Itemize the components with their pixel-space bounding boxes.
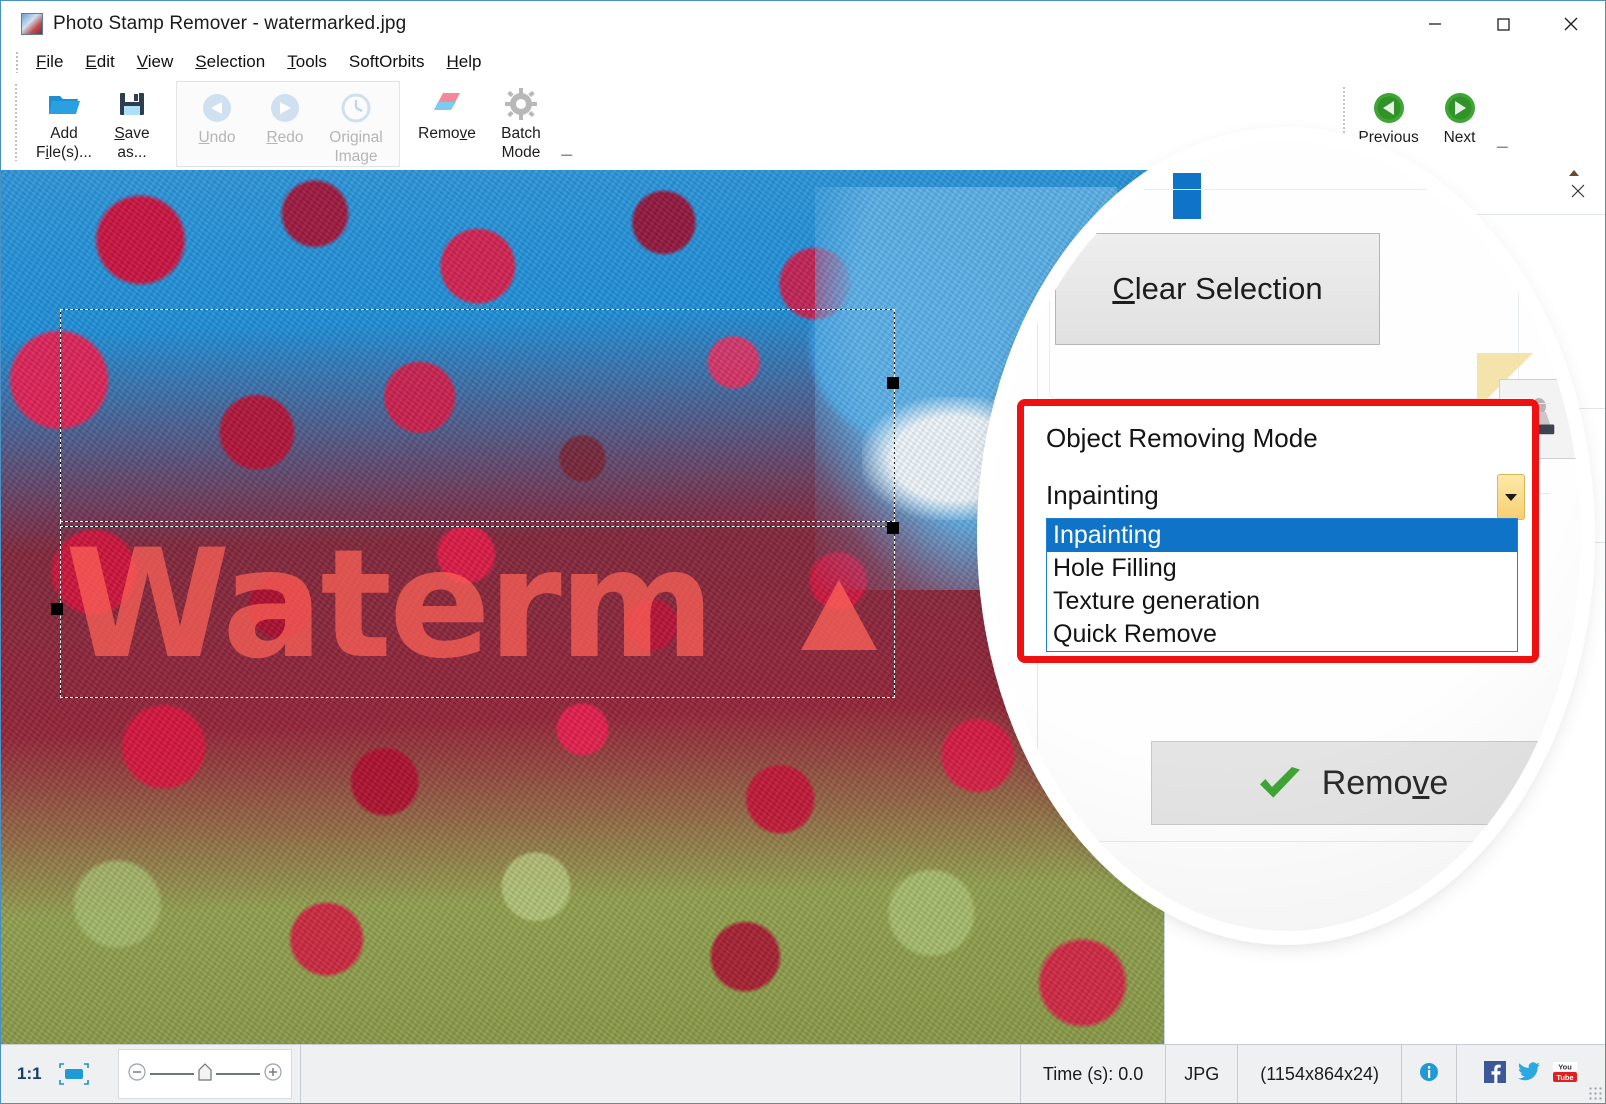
redo-button[interactable]: Redo — [251, 86, 319, 147]
open-folder-icon — [46, 86, 82, 122]
image-canvas[interactable]: Waterm — [1, 170, 1164, 1044]
format-cell: JPG — [1166, 1044, 1239, 1103]
batch-mode-label-2: Mode — [501, 144, 541, 161]
option-hole-filling[interactable]: Hole Filling — [1047, 552, 1517, 585]
undo-button[interactable]: Undo — [183, 86, 251, 147]
clear-selection-button[interactable]: Clear Selection — [1055, 233, 1380, 345]
save-as-label-1: Save — [114, 125, 150, 142]
title-bar: Photo Stamp Remover - watermarked.jpg — [1, 1, 1605, 46]
menu-item-softorbits[interactable]: SoftOrbits — [338, 50, 436, 74]
selection-marquee-upper[interactable] — [60, 309, 895, 527]
add-files-label-1: Add — [50, 125, 78, 142]
time-cell: Time (s): 0.0 — [1019, 1044, 1167, 1103]
clock-history-icon — [338, 90, 374, 126]
zoom-ratio-cell: 1:1 — [1, 1045, 55, 1104]
menu-item-edit[interactable]: Edit — [74, 50, 125, 74]
social-cell: You Tube — [1457, 1045, 1605, 1104]
selection-handle-right-mid[interactable] — [887, 522, 899, 534]
zoom-out-icon[interactable] — [127, 1062, 147, 1087]
selection-handle-right-upper[interactable] — [887, 377, 899, 389]
option-quick-remove[interactable]: Quick Remove — [1047, 618, 1517, 651]
remove-button[interactable]: Remove — [410, 82, 484, 143]
selection-handle-left-mid[interactable] — [51, 603, 63, 615]
menu-item-file[interactable]: File — [25, 50, 74, 74]
status-bar-spacer — [301, 1045, 1020, 1104]
social-links: You Tube — [1470, 1060, 1592, 1088]
add-files-label-2: File(s)... — [36, 144, 92, 161]
fit-to-window-icon — [57, 1062, 91, 1086]
zoom-slider-track-left[interactable] — [149, 1073, 194, 1075]
zoom-slider-thumb[interactable] — [197, 1062, 213, 1087]
minimize-button[interactable] — [1401, 1, 1469, 46]
remove-label: Remove — [418, 125, 476, 142]
save-as-button[interactable]: Save as... — [98, 82, 166, 162]
save-as-label-2: as... — [117, 144, 147, 161]
zoom-ratio-label: 1:1 — [17, 1064, 42, 1083]
toolbar-overflow-button[interactable]: ⚊ — [560, 142, 573, 160]
clear-selection-label: Clear Selection — [1112, 271, 1323, 306]
lens-divider-3 — [1021, 841, 1561, 842]
toolbar-group-history: Undo Redo Original Image — [176, 81, 400, 167]
menu-drag-grip[interactable] — [15, 51, 19, 73]
redo-arrow-icon — [267, 90, 303, 126]
menu-item-help[interactable]: Help — [436, 50, 493, 74]
redo-label: Redo — [266, 129, 304, 146]
green-left-arrow-icon — [1371, 90, 1407, 126]
window-title: Photo Stamp Remover - watermarked.jpg — [53, 12, 407, 34]
watermark-triangle-mark — [801, 580, 877, 650]
toolbar-group-actions: Remove Batch Mode ⚊ — [404, 78, 579, 166]
next-button[interactable]: Next — [1426, 86, 1494, 147]
zoom-slider-track-right[interactable] — [215, 1073, 260, 1075]
gear-icon — [503, 86, 539, 122]
menu-item-selection[interactable]: Selection — [184, 50, 276, 74]
menu-item-view[interactable]: View — [126, 50, 185, 74]
twitter-icon[interactable] — [1517, 1061, 1541, 1088]
window-controls — [1401, 1, 1605, 46]
zoom-slider[interactable] — [117, 1049, 292, 1099]
app-window: Photo Stamp Remover - watermarked.jpg Fi… — [0, 0, 1606, 1104]
object-removing-mode-callout: Object Removing Mode Inpainting Inpainti… — [1017, 399, 1539, 663]
app-photo-icon — [21, 12, 43, 35]
svg-text:Tube: Tube — [1556, 1073, 1573, 1082]
green-right-arrow-icon — [1442, 90, 1478, 126]
eraser-icon — [429, 86, 465, 122]
batch-mode-button[interactable]: Batch Mode — [484, 82, 558, 162]
object-removing-mode-value: Inpainting — [1046, 480, 1159, 510]
lens-remove-button[interactable]: Remove — [1151, 741, 1551, 825]
toolbar-drag-grip[interactable] — [14, 83, 18, 161]
watermark-text: Waterm — [65, 518, 715, 692]
lens-green-check-icon — [1259, 767, 1300, 798]
option-texture-generation[interactable]: Texture generation — [1047, 585, 1517, 618]
object-removing-mode-listbox[interactable]: Inpainting Hole Filling Texture generati… — [1046, 518, 1518, 652]
close-button[interactable] — [1537, 1, 1605, 46]
object-removing-mode-title: Object Removing Mode — [1046, 423, 1318, 453]
add-files-button[interactable]: Add File(s)... — [30, 82, 98, 162]
status-bar: 1:1 Time (s): 0.0 JPG (1154x864x24) You … — [1, 1044, 1605, 1103]
chevron-down-icon[interactable] — [1497, 474, 1525, 520]
facebook-icon[interactable] — [1484, 1060, 1506, 1088]
undo-arrow-icon — [199, 90, 235, 126]
zoom-slider-cell — [104, 1044, 301, 1103]
previous-button[interactable]: Previous — [1352, 86, 1426, 147]
original-image-label-1: Original — [329, 129, 383, 146]
fit-to-window-button[interactable] — [55, 1045, 104, 1104]
undo-label: Undo — [198, 129, 236, 146]
original-image-button[interactable]: Original Image — [319, 86, 393, 166]
info-icon[interactable] — [1418, 1061, 1440, 1088]
batch-mode-label-1: Batch — [501, 125, 541, 142]
zoom-in-icon[interactable] — [263, 1062, 283, 1087]
dimensions-cell: (1154x864x24) — [1238, 1044, 1402, 1103]
floppy-disk-icon — [114, 86, 150, 122]
original-image-label-2: Image — [334, 148, 378, 165]
youtube-icon[interactable]: You Tube — [1552, 1061, 1578, 1088]
toolbar-group-file: Add File(s)... Save as... — [24, 78, 172, 166]
option-inpainting[interactable]: Inpainting — [1047, 519, 1517, 552]
maximize-button[interactable] — [1469, 1, 1537, 46]
info-cell[interactable] — [1402, 1044, 1457, 1103]
lens-remove-label: Remove — [1321, 763, 1449, 802]
menu-item-tools[interactable]: Tools — [276, 50, 338, 74]
window-resize-grip[interactable] — [1588, 1086, 1602, 1100]
svg-text:You: You — [1558, 1062, 1572, 1071]
menu-bar: File Edit View Selection Tools SoftOrbit… — [1, 46, 1605, 78]
